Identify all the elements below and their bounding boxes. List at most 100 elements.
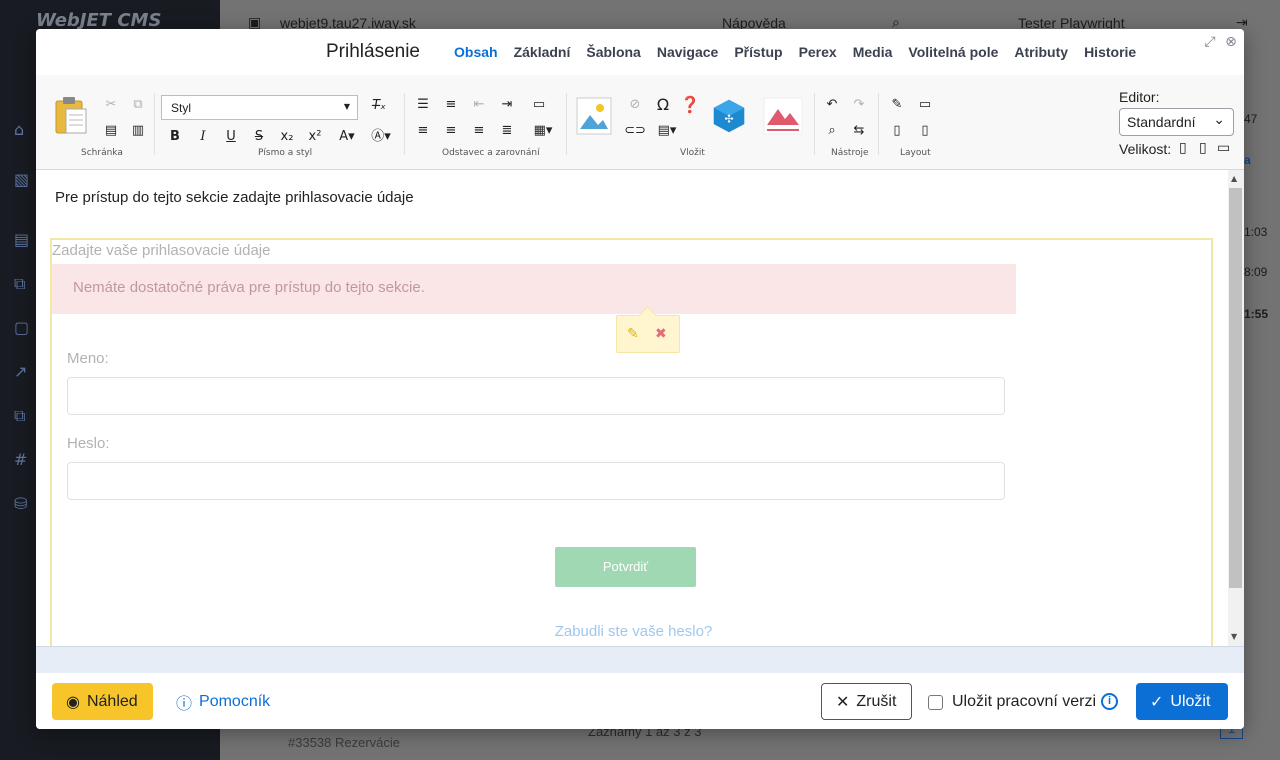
password-input[interactable] bbox=[67, 462, 1005, 500]
style-select[interactable]: Styl ▼ bbox=[161, 95, 358, 120]
login-component-preview: Zadajte vaše prihlasovacie údaje Nemáte … bbox=[52, 240, 1211, 646]
desktop-icon[interactable]: ▭ bbox=[914, 95, 936, 115]
size-tablet-icon[interactable]: ▯ bbox=[1199, 140, 1207, 156]
cancel-button[interactable]: ✕ Zrušit bbox=[821, 683, 912, 720]
outdent-icon[interactable]: ⇤ bbox=[468, 95, 490, 115]
paste-word-icon[interactable]: ▥ bbox=[127, 121, 149, 141]
tab-navigace[interactable]: Navigace bbox=[657, 44, 718, 60]
block-icon[interactable]: ▭ bbox=[528, 95, 550, 115]
size-phone-icon[interactable]: ▯ bbox=[1179, 140, 1187, 156]
tablet-icon[interactable]: ▯ bbox=[886, 121, 908, 141]
paste-icon[interactable] bbox=[54, 95, 88, 135]
undo-icon[interactable]: ↶ bbox=[821, 95, 843, 115]
link-icon[interactable]: ⊂⊃ bbox=[624, 121, 646, 141]
special-char-icon[interactable]: Ω bbox=[652, 95, 674, 115]
copy-icon[interactable]: ⧉ bbox=[127, 95, 149, 115]
indent-icon[interactable]: ⇥ bbox=[496, 95, 518, 115]
component-edit-bubble: ✎ ✖ bbox=[616, 315, 680, 353]
delete-icon[interactable]: ✖ bbox=[655, 326, 667, 342]
tab-pristup[interactable]: Přístup bbox=[734, 44, 782, 60]
cut-icon[interactable]: ✂ bbox=[100, 95, 122, 115]
save-draft-checkbox[interactable] bbox=[928, 695, 943, 710]
find-icon[interactable]: ⌕ bbox=[821, 121, 843, 141]
tab-media[interactable]: Media bbox=[853, 44, 893, 60]
align-left-icon[interactable]: ≡ bbox=[412, 121, 434, 141]
modal-tabs: Obsah Základní Šablona Navigace Přístup … bbox=[454, 44, 1152, 60]
name-input[interactable] bbox=[67, 377, 1005, 415]
size-label: Velikost: bbox=[1119, 141, 1172, 157]
separator bbox=[154, 93, 155, 155]
image-icon[interactable] bbox=[576, 97, 612, 135]
clipboard-group-label: Schránka bbox=[81, 148, 123, 158]
superscript-icon[interactable]: x² bbox=[304, 127, 326, 147]
info-icon[interactable]: i bbox=[1101, 693, 1118, 710]
maximize-icon[interactable]: ⤢ bbox=[1202, 34, 1218, 50]
eye-icon: ◉ bbox=[66, 692, 80, 711]
replace-icon[interactable]: ⇆ bbox=[848, 121, 870, 141]
separator bbox=[814, 93, 815, 155]
bold-icon[interactable]: B bbox=[164, 127, 186, 147]
phone-icon[interactable]: ▯ bbox=[914, 121, 936, 141]
login-component[interactable]: Zadajte vaše prihlasovacie údaje Nemáte … bbox=[50, 238, 1213, 646]
numbered-list-icon[interactable]: ≡ bbox=[440, 95, 462, 115]
editor-toolbar: ✂ ⧉ ▤ ▥ Schránka Styl ▼ T̶ₓ B I U S x₂ x²… bbox=[36, 75, 1244, 170]
editor-select[interactable]: Standardní ⌄ bbox=[1119, 108, 1234, 136]
tab-atributy[interactable]: Atributy bbox=[1014, 44, 1068, 60]
tab-historie[interactable]: Historie bbox=[1084, 44, 1136, 60]
tab-zakladni[interactable]: Základní bbox=[514, 44, 571, 60]
unlink-icon[interactable]: ⊘ bbox=[624, 95, 646, 115]
tools-group-label: Nástroje bbox=[831, 148, 869, 158]
edit-pencil-icon[interactable]: ✎ bbox=[627, 326, 639, 342]
subscript-icon[interactable]: x₂ bbox=[276, 127, 298, 147]
gallery-icon[interactable] bbox=[763, 97, 803, 135]
help-icon[interactable]: ❓ bbox=[679, 95, 701, 115]
redo-icon[interactable]: ↷ bbox=[848, 95, 870, 115]
forgot-password-link[interactable]: Zabudli ste vaše heslo? bbox=[52, 623, 1215, 640]
tab-perex[interactable]: Perex bbox=[799, 44, 837, 60]
modal-header: Prihlásenie Obsah Základní Šablona Navig… bbox=[36, 29, 1244, 75]
align-justify-icon[interactable]: ≣ bbox=[496, 121, 518, 141]
app-insert-icon[interactable]: ✣ bbox=[711, 97, 747, 135]
question-icon: ⓘ bbox=[176, 693, 193, 713]
content-scrollbar[interactable]: ▲ ▼ bbox=[1228, 170, 1244, 646]
layout-group-label: Layout bbox=[900, 148, 931, 158]
scroll-down-icon[interactable]: ▼ bbox=[1231, 632, 1237, 641]
access-alert: Nemáte dostatočné práva pre prístup do t… bbox=[52, 264, 1016, 314]
edit-source-icon[interactable]: ✎ bbox=[886, 95, 908, 115]
save-button[interactable]: ✓ Uložit bbox=[1136, 683, 1228, 720]
modal-footer: ◉ Náhled ⓘ Pomocník ✕ Zrušit Uložit pracovn… bbox=[36, 673, 1244, 729]
helper-button[interactable]: ⓘ Pomocník bbox=[162, 683, 284, 720]
tab-sablona[interactable]: Šablona bbox=[586, 44, 640, 60]
save-draft-label[interactable]: Uložit pracovní verzi bbox=[952, 693, 1096, 711]
background-color-icon[interactable]: Ⓐ▾ bbox=[366, 127, 396, 147]
table-icon[interactable]: ▦▾ bbox=[528, 121, 558, 141]
close-icon[interactable]: ⊗ bbox=[1223, 34, 1239, 50]
remove-format-icon[interactable]: T̶ₓ bbox=[368, 96, 390, 116]
form-icon[interactable]: ▤▾ bbox=[652, 121, 682, 141]
tab-obsah[interactable]: Obsah bbox=[454, 44, 498, 60]
insert-group-label: Vložit bbox=[680, 148, 705, 158]
align-right-icon[interactable]: ≡ bbox=[468, 121, 490, 141]
name-label: Meno: bbox=[67, 350, 109, 367]
scroll-thumb[interactable] bbox=[1229, 188, 1242, 588]
bullet-list-icon[interactable]: ☰ bbox=[412, 95, 434, 115]
preview-button[interactable]: ◉ Náhled bbox=[52, 683, 153, 720]
italic-icon[interactable]: I bbox=[192, 127, 214, 147]
align-center-icon[interactable]: ≡ bbox=[440, 121, 462, 141]
underline-icon[interactable]: U bbox=[220, 127, 242, 147]
paragraph-group-label: Odstavec a zarovnání bbox=[442, 148, 540, 158]
strikethrough-icon[interactable]: S bbox=[248, 127, 270, 147]
submit-button[interactable]: Potvrdiť bbox=[555, 547, 696, 587]
check-icon: ✓ bbox=[1150, 692, 1164, 711]
intro-text: Pre prístup do tejto sekcie zadajte prih… bbox=[55, 189, 414, 206]
size-desktop-icon[interactable]: ▭ bbox=[1217, 140, 1230, 156]
text-color-icon[interactable]: A▾ bbox=[332, 127, 362, 147]
tab-volitelna-pole[interactable]: Volitelná pole bbox=[908, 44, 998, 60]
editor-content[interactable]: Pre prístup do tejto sekcie zadajte prih… bbox=[36, 170, 1228, 646]
paste-text-icon[interactable]: ▤ bbox=[100, 121, 122, 141]
password-label: Heslo: bbox=[67, 435, 110, 452]
scroll-up-icon[interactable]: ▲ bbox=[1231, 174, 1237, 183]
separator bbox=[566, 93, 567, 155]
separator bbox=[878, 93, 879, 155]
close-icon: ✕ bbox=[836, 692, 850, 711]
